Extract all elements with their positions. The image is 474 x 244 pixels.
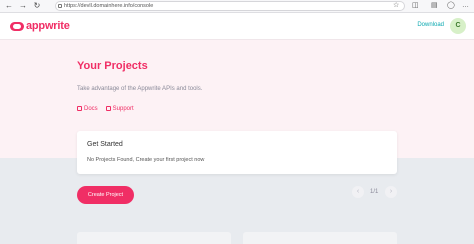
lock-icon [58,4,62,8]
logo-text: appwrite [26,20,70,32]
avatar[interactable]: C [450,18,466,34]
page-subtitle: Take advantage of the Appwrite APIs and … [77,86,203,92]
next-page-button[interactable]: › [385,186,397,198]
docs-link[interactable]: Docs [77,106,98,112]
download-link[interactable]: Download [417,22,444,28]
hero-links: Docs Support [77,106,134,112]
docs-link-label: Docs [84,106,98,112]
card-title: Get Started [87,141,123,148]
collections-icon[interactable]: ▤ [431,1,438,11]
card-text: No Projects Found, Create your first pro… [87,157,205,163]
prev-page-button[interactable]: ‹ [352,186,364,198]
page-indicator: 1/1 [370,189,379,195]
get-started-card: Get Started No Projects Found, Create yo… [77,131,397,174]
support-link[interactable]: Support [105,106,134,112]
support-link-label: Support [112,106,134,112]
extensions-icon[interactable]: ◫ [412,1,419,11]
page-title: Your Projects [77,60,148,72]
appwrite-logo[interactable]: appwrite [10,20,70,32]
favorite-icon[interactable]: ☆ [393,1,399,11]
project-card-placeholder [77,232,231,244]
book-icon [77,106,82,111]
app-header: appwrite Download C [0,13,474,40]
menu-icon[interactable]: … [462,1,469,11]
forward-icon[interactable]: → [18,1,28,11]
profile-icon[interactable]: ◯ [447,1,455,11]
create-project-button[interactable]: Create Project [77,186,134,204]
browser-toolbar: ← → ↻ https://devll.domainhere.info/cons… [0,0,474,13]
back-icon[interactable]: ← [4,1,14,11]
support-icon [105,106,111,111]
appwrite-logo-icon [10,21,24,31]
project-card-placeholder [243,232,397,244]
url-text: https://devll.domainhere.info/console [64,3,154,9]
address-bar[interactable]: https://devll.domainhere.info/console [55,1,405,11]
reload-icon[interactable]: ↻ [32,1,42,11]
